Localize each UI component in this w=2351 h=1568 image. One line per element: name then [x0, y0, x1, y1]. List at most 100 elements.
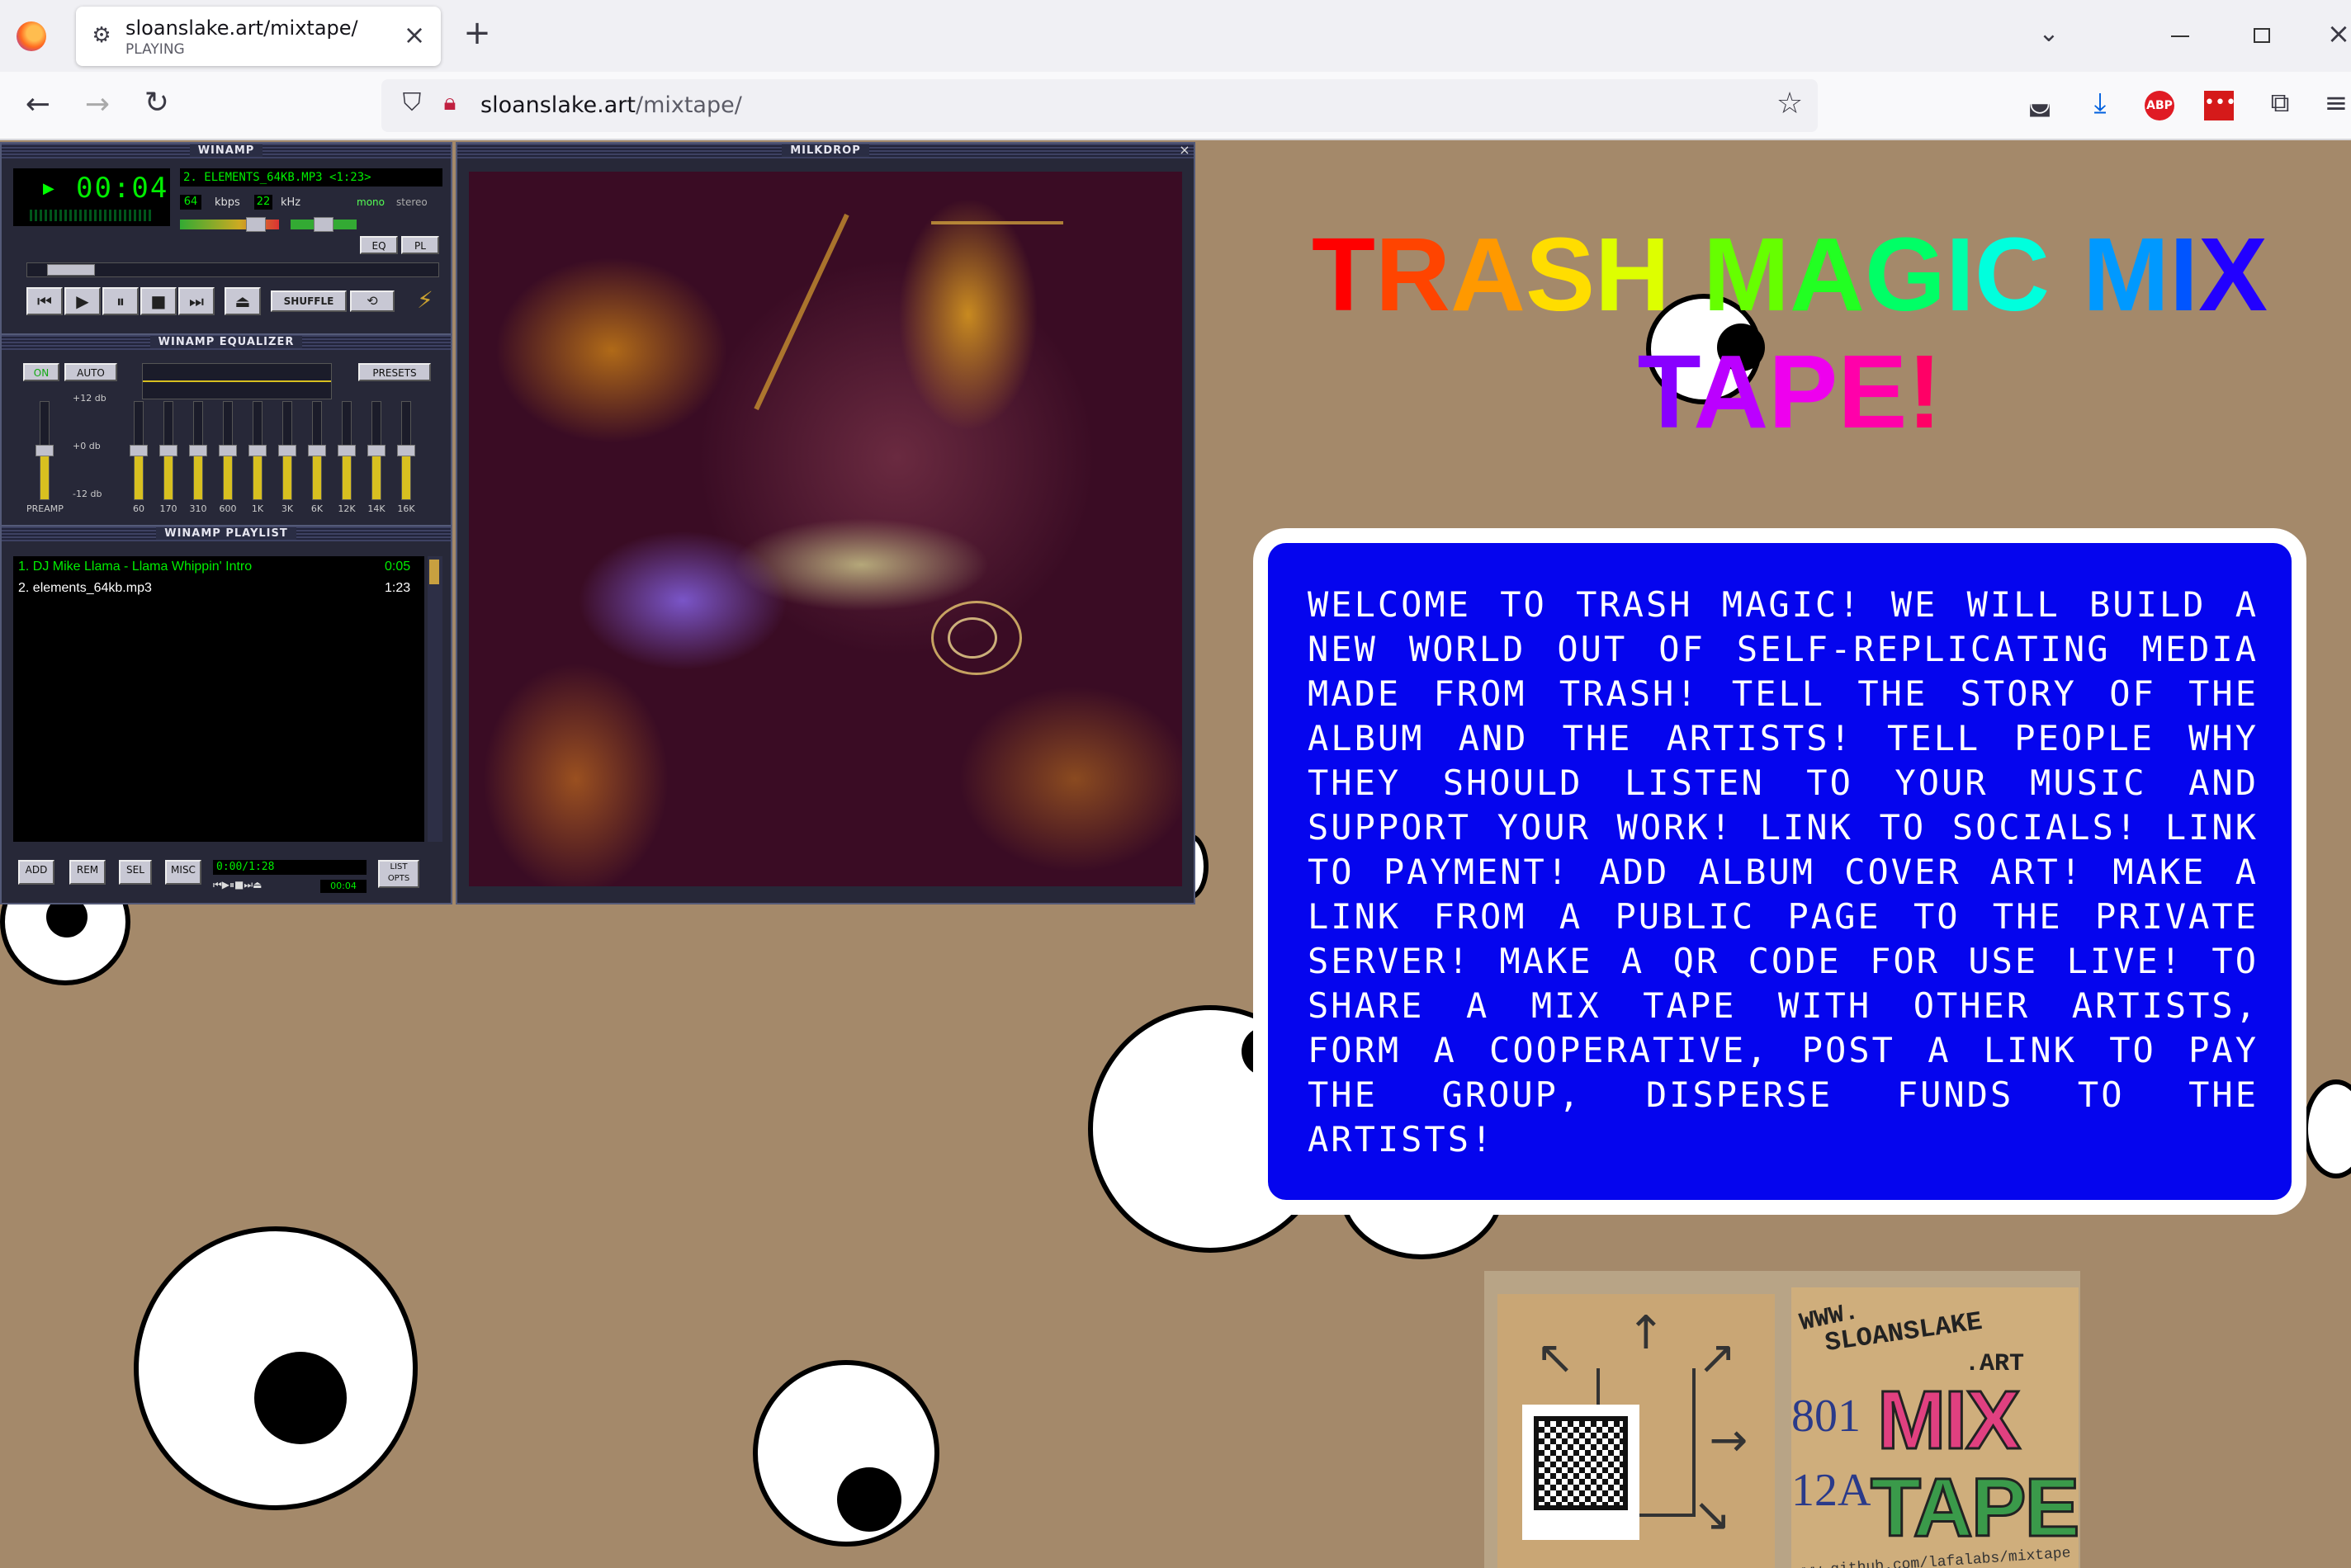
eq-toggle-button[interactable]: EQ [360, 236, 398, 254]
restore-icon[interactable] [2254, 28, 2270, 43]
eq-band-12K-slider[interactable] [338, 401, 356, 500]
eq-band-label: 14K [367, 503, 386, 514]
photo-num2-text: 12A [1791, 1465, 1871, 1516]
url-bar[interactable]: ⛉ 🔒︎ sloanslake.art/mixtape/ ☆ [381, 79, 1818, 132]
eq-band-310-slider[interactable] [189, 401, 207, 500]
song-title-marquee: 2. ELEMENTS_64KB.MP3 <1:23> [180, 168, 442, 187]
preamp-slider[interactable] [35, 401, 54, 500]
eq-band-knob[interactable] [338, 445, 356, 456]
previous-button[interactable]: ⏮ [26, 287, 63, 315]
forward-arrow-icon[interactable]: → [81, 90, 114, 123]
eq-band-14K-slider[interactable] [367, 401, 386, 500]
playlist-add-button[interactable]: ADD [18, 860, 54, 885]
pupil [837, 1467, 901, 1532]
tab-mixtape[interactable]: ⚙ sloanslake.art/mixtape/ PLAYING × [76, 7, 441, 66]
list-tabs-chevron-icon[interactable]: ⌄ [2032, 21, 2065, 51]
seek-bar[interactable] [26, 262, 439, 277]
qr-code [1534, 1416, 1628, 1510]
adblock-icon[interactable]: ABP [2145, 91, 2174, 120]
winamp-equalizer-window[interactable]: WINAMP EQUALIZER ON AUTO PRESETS +12 db … [0, 333, 452, 527]
milkdrop-titlebar[interactable]: MILKDROP [457, 144, 1194, 158]
play-button[interactable]: ▶ [64, 287, 101, 315]
balance-knob[interactable] [314, 217, 333, 232]
title-letter: ! [1907, 333, 1942, 450]
eq-band-knob[interactable] [308, 445, 326, 456]
balance-slider[interactable] [291, 217, 357, 232]
extensions-puzzle-icon[interactable]: ⧉ [2263, 89, 2297, 122]
title-letter: H [1594, 216, 1670, 333]
eq-band-600-slider[interactable] [219, 401, 237, 500]
eq-band-knob[interactable] [397, 445, 415, 456]
playlist-sel-button[interactable]: SEL [119, 860, 152, 885]
reload-icon[interactable]: ↻ [140, 88, 173, 121]
eq-band-label: 1K [251, 503, 264, 514]
eq-band-6K-slider[interactable] [308, 401, 326, 500]
eq-band-knob[interactable] [189, 445, 207, 456]
pause-button[interactable]: ⏸ [102, 287, 139, 315]
repeat-button[interactable]: ⟲ [350, 290, 395, 312]
winamp-playlist-window[interactable]: WINAMP PLAYLIST 1. DJ Mike Llama - Llama… [0, 525, 452, 904]
playlist-list-opts-button[interactable]: LIST OPTS [378, 860, 419, 888]
eq-band-3K-slider[interactable] [278, 401, 296, 500]
eq-band-knob[interactable] [278, 445, 296, 456]
visual-swirl [948, 617, 997, 659]
winamp-title: WINAMP [189, 144, 263, 157]
bookmark-star-icon[interactable]: ☆ [1773, 89, 1806, 122]
eq-band-1K-slider[interactable] [248, 401, 267, 500]
firefox-icon[interactable] [17, 21, 46, 51]
title-letter: R [1374, 216, 1450, 333]
menu-icon[interactable]: ≡ [2321, 89, 2351, 122]
eq-band-60-slider[interactable] [130, 401, 148, 500]
eq-band-knob[interactable] [219, 445, 237, 456]
playlist-rem-button[interactable]: REM [69, 860, 106, 885]
playlist-scroll-thumb[interactable] [429, 560, 439, 584]
playlist-misc-button[interactable]: MISC [165, 860, 201, 885]
shuffle-button[interactable]: SHUFFLE [271, 290, 347, 312]
volume-knob[interactable] [246, 217, 266, 232]
milkdrop-close-icon[interactable]: × [1177, 144, 1192, 158]
photo-tape-text: TAPE [1869, 1461, 2080, 1556]
eq-band-knob[interactable] [159, 445, 177, 456]
eq-band-label: 16K [397, 503, 415, 514]
winamp-main-window[interactable]: WINAMP ▶ 00:04 2. ELEMENTS_64KB.MP3 <1:2… [0, 142, 452, 335]
playlist-scrollbar[interactable] [428, 556, 442, 842]
eq-band-knob[interactable] [248, 445, 267, 456]
eq-auto-button[interactable]: AUTO [64, 363, 117, 381]
eject-button[interactable]: ⏏ [225, 287, 261, 315]
next-button[interactable]: ⏭ [178, 287, 215, 315]
playlist-list[interactable]: 1. DJ Mike Llama - Llama Whippin' Intro … [13, 556, 424, 842]
page-title-line1: TRASH MAGIC MIX [1303, 223, 2277, 327]
eq-band-170-slider[interactable] [159, 401, 177, 500]
playlist-mini-controls[interactable]: ⏮▶⏸■⏭⏏ [213, 880, 312, 893]
eq-band-16K-slider[interactable] [397, 401, 415, 500]
eq-on-button[interactable]: ON [23, 363, 59, 381]
eq-band-knob[interactable] [130, 445, 148, 456]
minimize-icon[interactable] [2171, 35, 2189, 37]
insecure-lock-icon[interactable]: 🔒︎ [436, 91, 464, 120]
preamp-knob[interactable] [35, 445, 54, 456]
window-close-icon[interactable]: × [2326, 20, 2351, 50]
shield-icon[interactable]: ⛉ [398, 91, 426, 120]
winamp-titlebar[interactable]: WINAMP [2, 144, 451, 158]
playlist-titlebar[interactable]: WINAMP PLAYLIST [2, 527, 451, 541]
new-tab-button[interactable]: + [459, 17, 495, 53]
pl-toggle-button[interactable]: PL [401, 236, 439, 254]
downloads-icon[interactable]: ⤓ [2084, 89, 2117, 122]
arrow-drawing-icon: → [1709, 1414, 1748, 1467]
extension-red-icon[interactable]: ••• [2204, 91, 2236, 120]
playlist-item-2[interactable]: 2. elements_64kb.mp3 [18, 581, 152, 596]
eq-band-knob[interactable] [367, 445, 386, 456]
seek-knob[interactable] [47, 264, 95, 276]
visual-streak [754, 213, 849, 411]
url-text[interactable]: sloanslake.art/mixtape/ [480, 92, 742, 118]
playlist-item-1[interactable]: 1. DJ Mike Llama - Llama Whippin' Intro [18, 560, 252, 574]
milkdrop-window[interactable]: MILKDROP × [456, 142, 1195, 904]
close-tab-icon[interactable]: × [400, 21, 429, 51]
back-arrow-icon[interactable]: ← [21, 90, 54, 123]
volume-slider[interactable] [180, 217, 279, 232]
pocket-icon[interactable]: ◛ [2024, 91, 2055, 122]
winamp-logo-icon[interactable]: ⚡ [411, 289, 439, 317]
eq-presets-button[interactable]: PRESETS [358, 363, 431, 381]
equalizer-titlebar[interactable]: WINAMP EQUALIZER [2, 335, 451, 350]
stop-button[interactable]: ■ [140, 287, 177, 315]
